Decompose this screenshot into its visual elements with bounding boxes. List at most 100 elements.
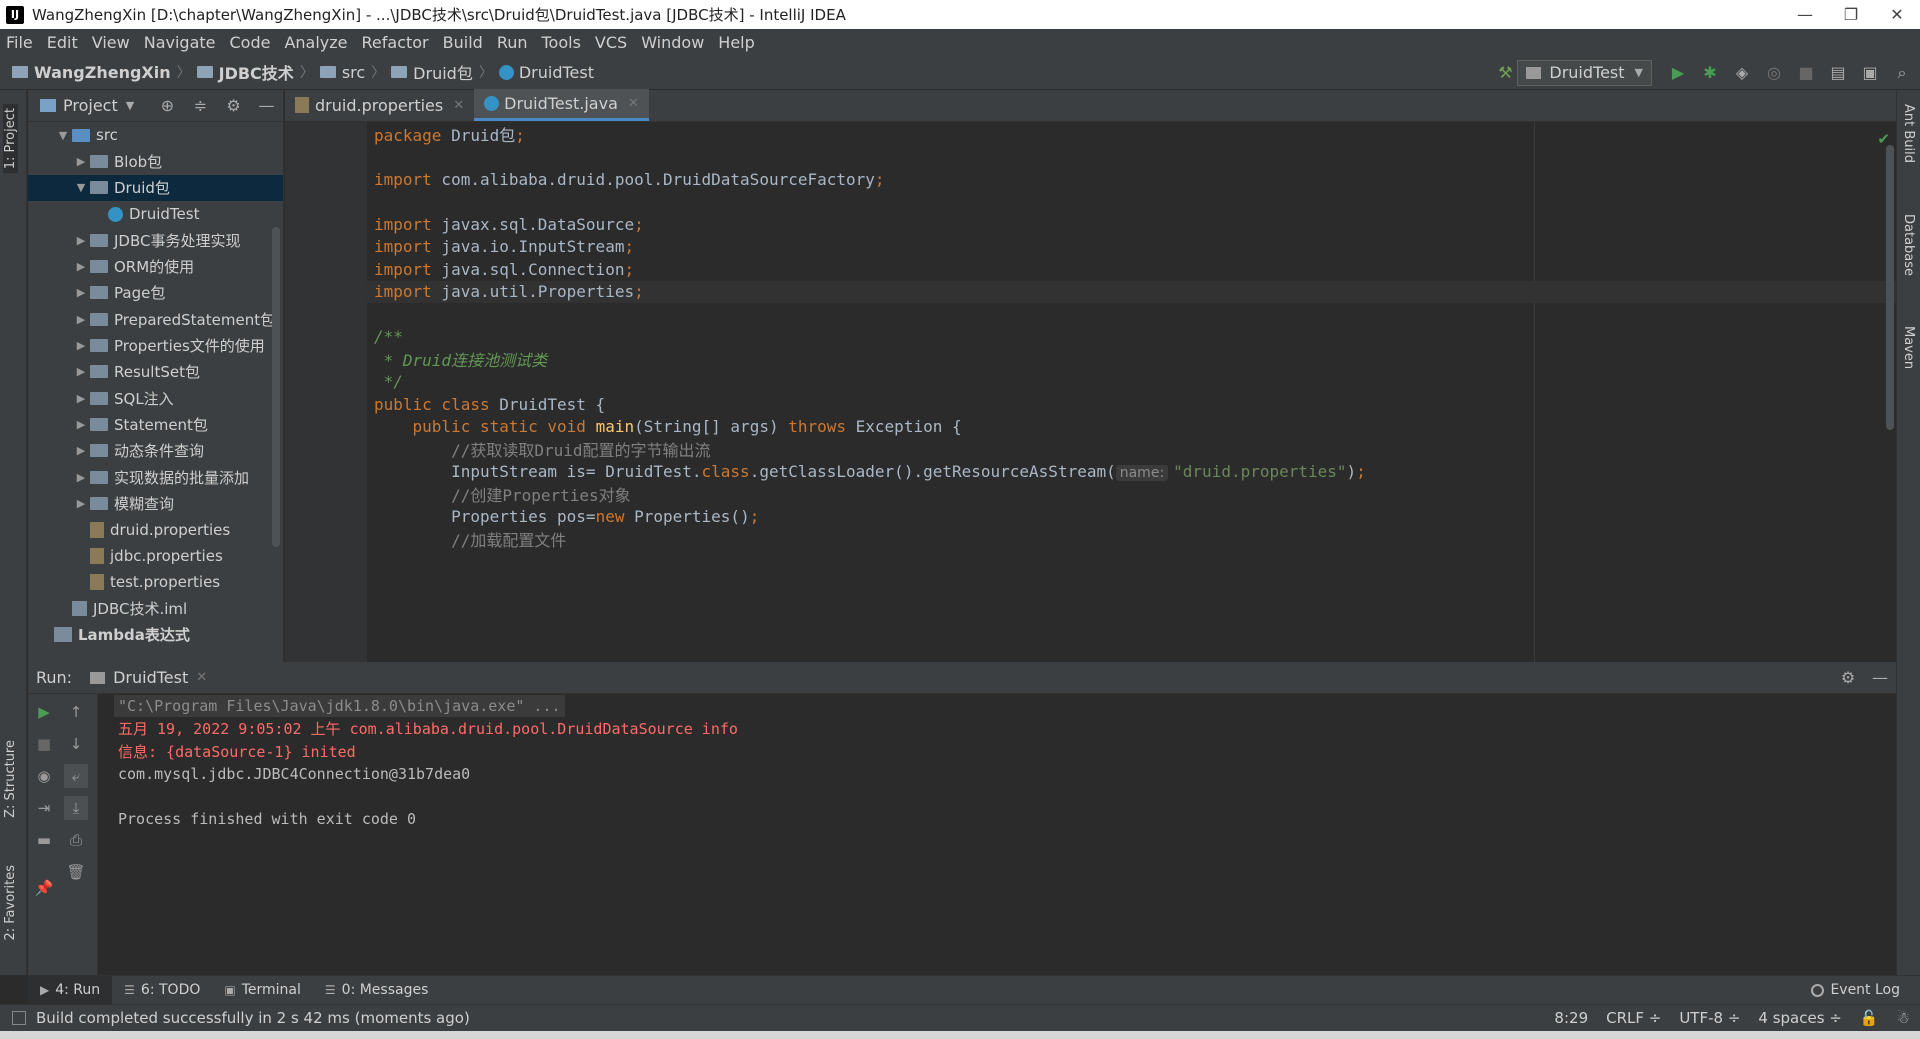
menu-analyze[interactable]: Analyze <box>284 33 347 52</box>
tab-maven[interactable]: Maven <box>1901 326 1916 369</box>
code-line[interactable]: 1package Druid包; <box>367 123 1896 146</box>
tab-ant-build[interactable]: Ant Build <box>1901 104 1916 163</box>
line-separator[interactable]: CRLF ÷ <box>1606 1009 1661 1027</box>
code-line[interactable]: 12 */ <box>367 371 1896 394</box>
close-icon[interactable]: ✕ <box>453 98 464 113</box>
up-arrow-icon[interactable]: ↑ <box>64 700 88 724</box>
code-line[interactable]: 18 Properties pos=new Properties(); <box>367 506 1896 529</box>
stop-icon[interactable]: ■ <box>32 732 56 756</box>
tree-item[interactable]: ▶ PreparedStatement包 <box>28 306 283 332</box>
code-line[interactable]: 13public class DruidTest { <box>367 393 1896 416</box>
menu-window[interactable]: Window <box>641 33 704 52</box>
hide-icon[interactable]: — <box>250 96 283 115</box>
code-line[interactable]: 17 //创建Properties对象 <box>367 483 1896 506</box>
debug-icon[interactable]: ✱ <box>1698 61 1722 85</box>
pin-icon[interactable]: 📌 <box>32 876 56 900</box>
expanded-arrow-icon[interactable]: ▼ <box>54 129 72 142</box>
code-line[interactable]: 7import java.sql.Connection; <box>367 258 1896 281</box>
status-message[interactable]: Build completed successfully in 2 s 42 m… <box>36 1009 470 1027</box>
tree-item[interactable]: ▶ Page包 <box>28 280 283 306</box>
menu-refactor[interactable]: Refactor <box>362 33 429 52</box>
code-line[interactable]: 3import com.alibaba.druid.pool.DruidData… <box>367 168 1896 191</box>
collapsed-arrow-icon[interactable]: ▶ <box>72 234 90 247</box>
tool-tab[interactable]: ▣ Terminal <box>212 976 313 1005</box>
run-icon[interactable]: ▶ <box>1666 61 1690 85</box>
stop-icon[interactable]: ■ <box>1794 61 1818 85</box>
project-view-selector[interactable]: Project <box>63 96 118 115</box>
collapsed-arrow-icon[interactable]: ▶ <box>72 155 90 168</box>
gear-icon[interactable]: ⚙ <box>217 96 250 115</box>
tab-project[interactable]: 1: Project <box>3 104 18 174</box>
gear-icon[interactable]: ⚙ <box>1832 668 1864 687</box>
collapsed-arrow-icon[interactable]: ▶ <box>72 444 90 457</box>
inspector-icon[interactable]: ☃ <box>1897 1009 1910 1027</box>
editor-tab[interactable]: druid.properties ✕ <box>285 89 474 121</box>
close-button[interactable]: ✕ <box>1874 0 1920 29</box>
menu-tools[interactable]: Tools <box>542 33 581 52</box>
tree-item[interactable]: ▶ 模糊查询 <box>28 490 283 516</box>
print-icon[interactable]: ⎙ <box>64 828 88 852</box>
code-line[interactable]: 16 InputStream is= DruidTest.class.getCl… <box>367 461 1896 484</box>
down-arrow-icon[interactable]: ↓ <box>64 732 88 756</box>
chevron-down-icon[interactable]: ▼ <box>126 99 134 112</box>
code-area[interactable]: 1package Druid包;23import com.alibaba.dru… <box>367 122 1896 662</box>
tree-item[interactable]: ▶ Statement包 <box>28 411 283 437</box>
hide-icon[interactable]: — <box>1864 668 1896 687</box>
tool-tab[interactable]: ▶ 4: Run <box>28 975 113 1005</box>
code-line[interactable]: 15 //获取读取Druid配置的字节输出流 <box>367 438 1896 461</box>
tree-item[interactable]: test.properties <box>28 569 283 595</box>
tree-item[interactable]: druid.properties <box>28 516 283 542</box>
console-output[interactable]: "C:\Program Files\Java\jdk1.8.0\bin\java… <box>114 694 1896 975</box>
code-line[interactable]: 4 <box>367 191 1896 214</box>
trash-icon[interactable]: 🗑 <box>64 860 88 884</box>
collapse-all-icon[interactable]: ≑ <box>184 96 217 115</box>
close-icon[interactable]: ✕ <box>196 670 207 685</box>
breadcrumb-item[interactable]: src 〉 <box>319 62 391 82</box>
collapsed-arrow-icon[interactable]: ▶ <box>72 313 90 326</box>
menu-view[interactable]: View <box>92 33 130 52</box>
menu-help[interactable]: Help <box>718 33 754 52</box>
code-line[interactable]: 6import java.io.InputStream; <box>367 236 1896 259</box>
menu-edit[interactable]: Edit <box>47 33 78 52</box>
scroll-to-end-icon[interactable]: ⤓ <box>64 796 88 820</box>
camera-icon[interactable]: ◉ <box>32 764 56 788</box>
file-encoding[interactable]: UTF-8 ÷ <box>1679 1009 1740 1027</box>
collapsed-arrow-icon[interactable]: ▶ <box>72 392 90 405</box>
collapsed-arrow-icon[interactable]: ▶ <box>72 418 90 431</box>
tree-item[interactable]: ▼ Druid包 <box>28 174 283 201</box>
code-line[interactable]: 11 * Druid连接池测试类 <box>367 348 1896 371</box>
collapsed-arrow-icon[interactable]: ▶ <box>72 260 90 273</box>
soft-wrap-icon[interactable]: ⤶ <box>64 764 88 788</box>
editor-tab[interactable]: DruidTest.java ✕ <box>474 89 649 121</box>
tree-item[interactable]: ▶ Blob包 <box>28 148 283 174</box>
profile-icon[interactable]: ◎ <box>1762 61 1786 85</box>
minimize-button[interactable]: — <box>1782 0 1828 29</box>
project-structure-icon[interactable]: ▤ <box>1826 61 1850 85</box>
run-configuration-selector[interactable]: DruidTest ▼ <box>1517 59 1652 86</box>
project-scrollbar[interactable] <box>272 227 280 547</box>
code-line[interactable]: 14 public static void main(String[] args… <box>367 416 1896 439</box>
status-square-icon[interactable] <box>12 1011 26 1025</box>
indent-setting[interactable]: 4 spaces ÷ <box>1758 1009 1841 1027</box>
tree-item[interactable]: ▼ src <box>28 122 283 148</box>
tree-item[interactable]: ▶ Properties文件的使用 <box>28 332 283 358</box>
code-line[interactable]: 2 <box>367 146 1896 169</box>
breadcrumb-item[interactable]: WangZhengXin 〉 <box>12 62 197 82</box>
close-icon[interactable]: ✕ <box>628 96 639 111</box>
code-line[interactable]: 8import java.util.Properties; <box>367 280 1896 303</box>
menu-run[interactable]: Run <box>497 33 528 52</box>
collapsed-arrow-icon[interactable]: ▶ <box>72 497 90 510</box>
breadcrumb-item[interactable]: DruidTest <box>498 63 594 82</box>
locate-icon[interactable]: ⊕ <box>151 96 184 115</box>
tree-item[interactable]: ▶ SQL注入 <box>28 385 283 411</box>
search-icon[interactable]: ⌕ <box>1890 61 1914 85</box>
tree-item[interactable]: ▶ 动态条件查询 <box>28 438 283 464</box>
coverage-icon[interactable]: ◈ <box>1730 61 1754 85</box>
editor-scrollbar[interactable] <box>1886 145 1894 430</box>
lock-icon[interactable]: 🔓 <box>1860 1009 1879 1027</box>
tree-item[interactable]: JDBC技术.iml <box>28 595 283 621</box>
code-line[interactable]: 19 //加载配置文件 <box>367 528 1896 551</box>
collapsed-arrow-icon[interactable]: ▶ <box>72 339 90 352</box>
tree-item[interactable]: Lambda表达式 <box>28 622 283 648</box>
collapsed-arrow-icon[interactable]: ▶ <box>72 365 90 378</box>
